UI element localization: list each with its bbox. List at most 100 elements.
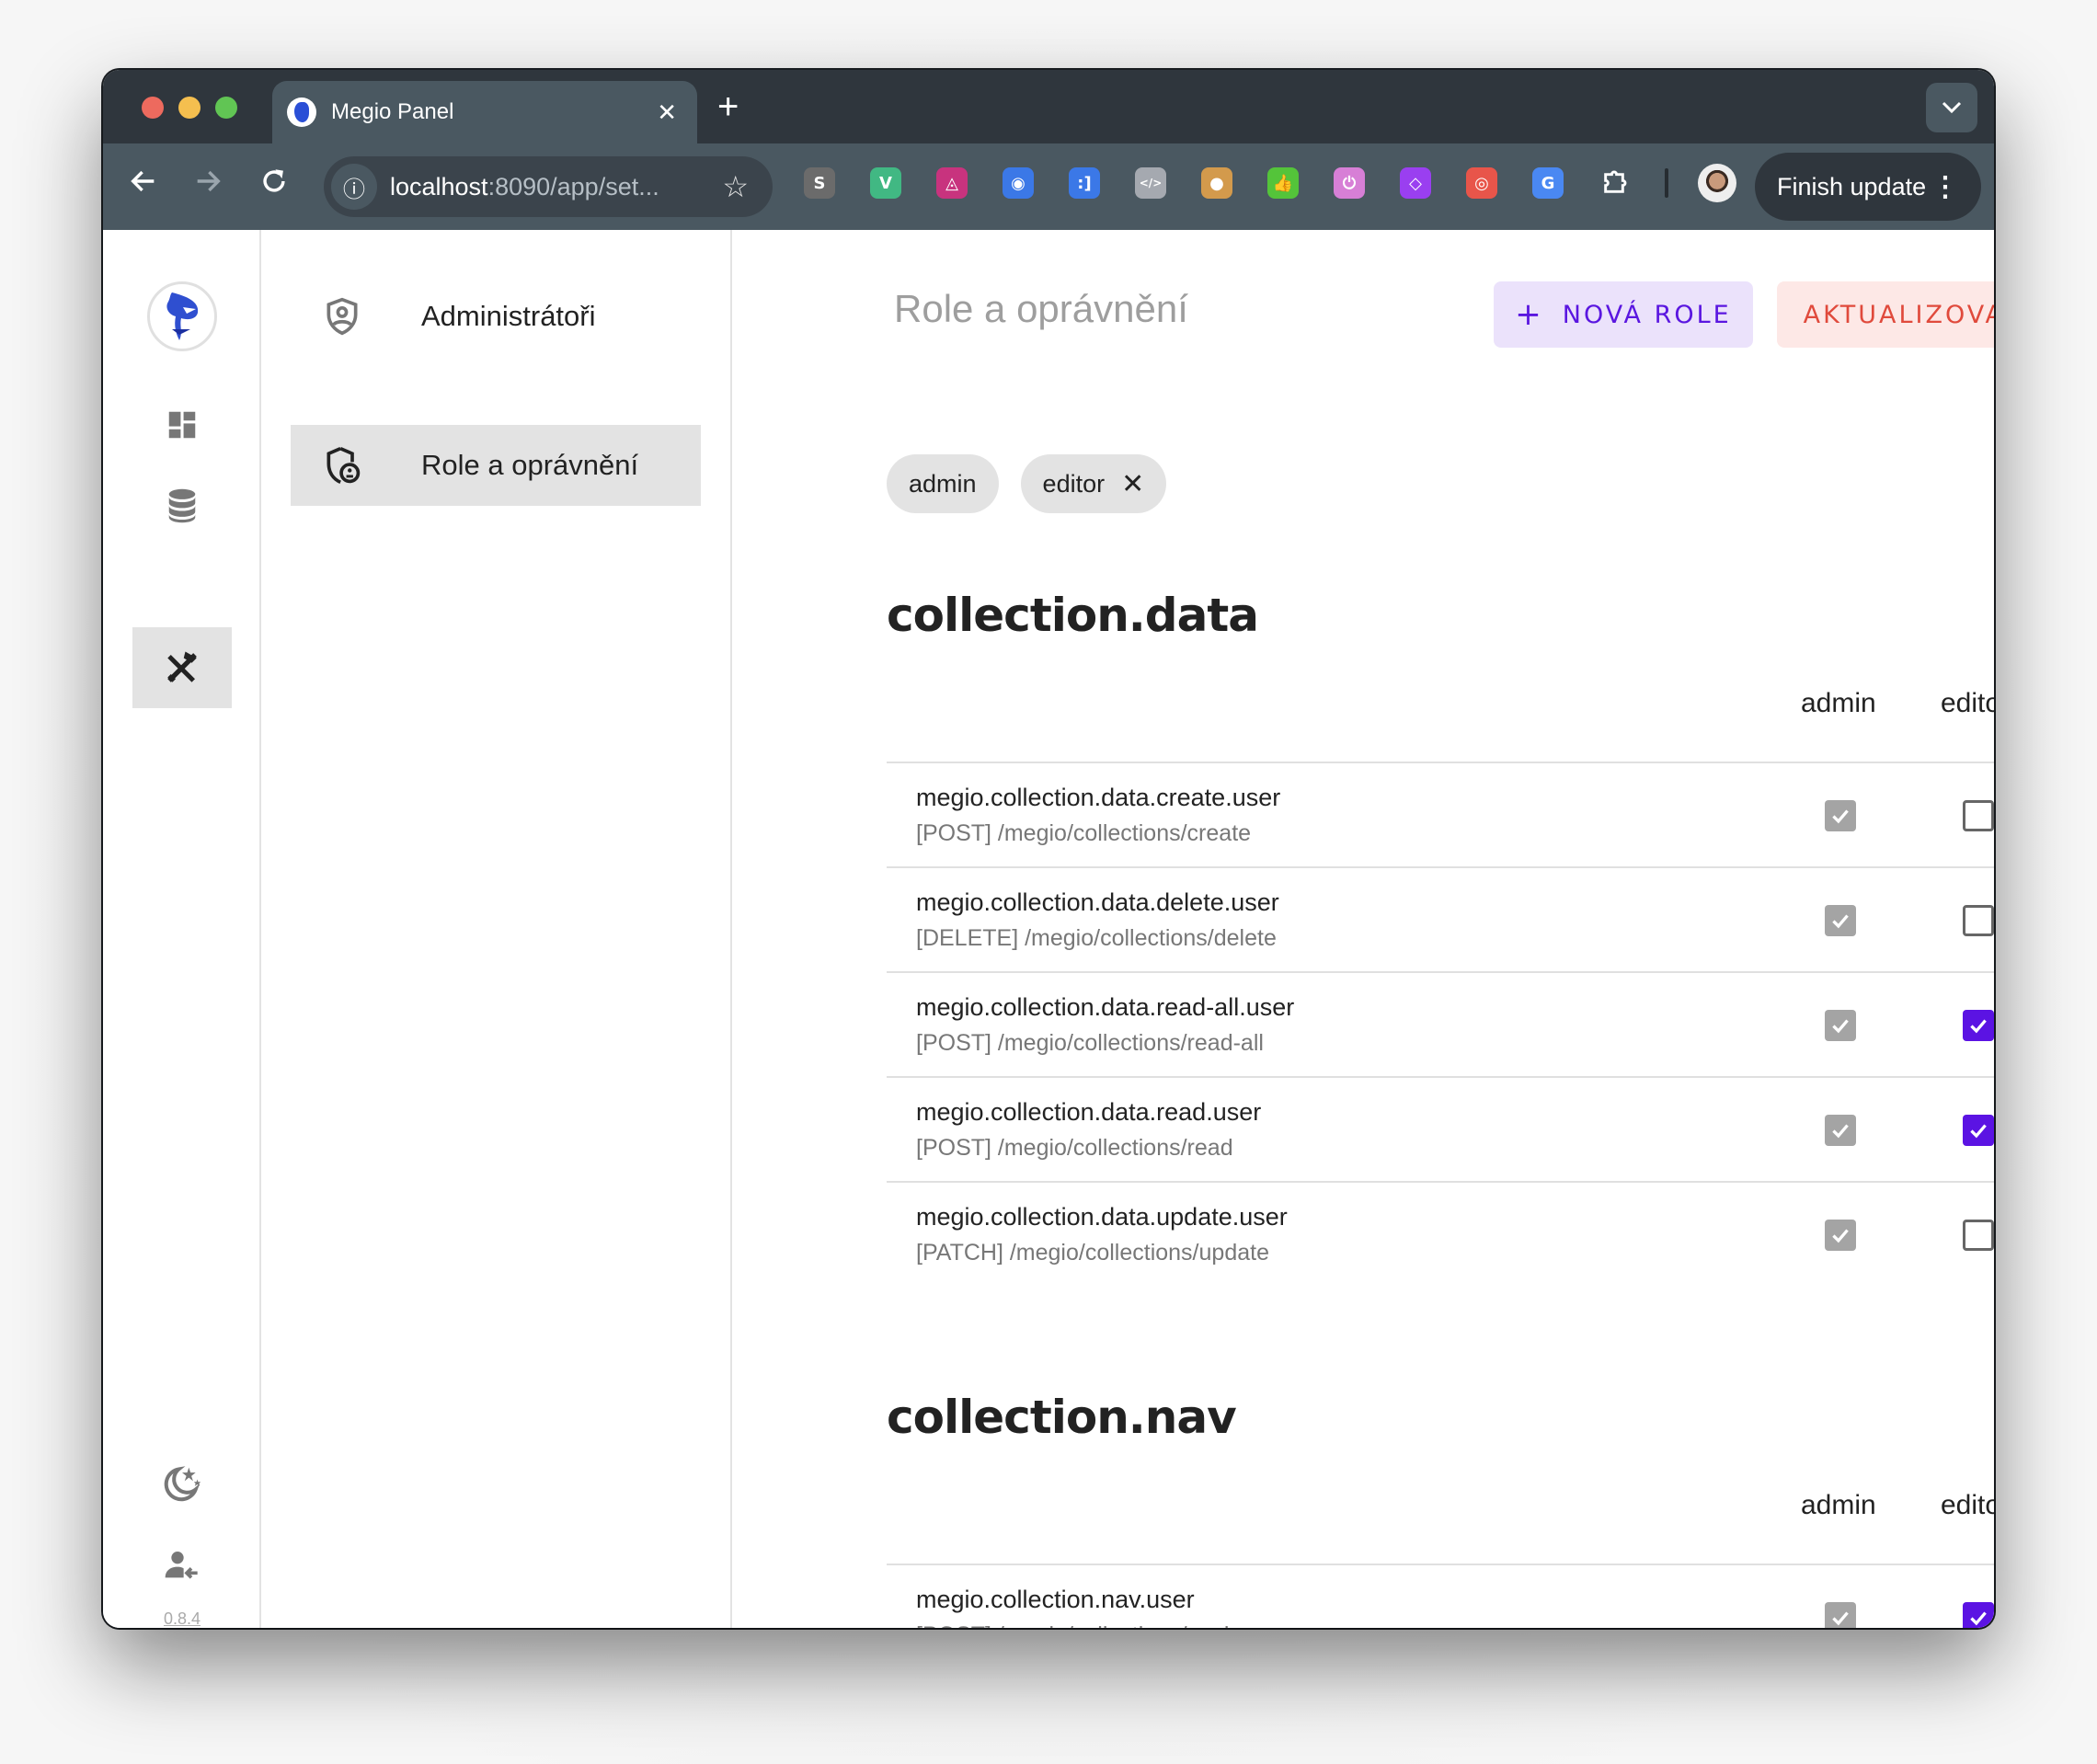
power-toggle-extension-icon[interactable]: ⏻	[1334, 167, 1365, 199]
column-header-editor: editor	[1941, 1490, 1994, 1520]
google-translate-extension-icon[interactable]: G	[1532, 167, 1564, 199]
section-title: collection.nav	[887, 1391, 1237, 1444]
graphql-extension-icon[interactable]: ◬	[936, 167, 968, 199]
url-path: :8090/app/set...	[487, 172, 659, 200]
admin-permission-checkbox[interactable]	[1825, 1115, 1856, 1146]
moon-stars-icon	[164, 1466, 201, 1502]
reload-icon	[263, 169, 285, 192]
svelte-devtools-extension-icon[interactable]: S	[804, 167, 835, 199]
subnav-item-roles[interactable]: Role a oprávnění	[291, 425, 701, 506]
current-version-link[interactable]: 0.8.4	[103, 1609, 261, 1628]
permission-row: megio.collection.nav.user [POST] /megio/c…	[887, 1565, 1994, 1628]
tab-megio-panel[interactable]: Megio Panel ✕	[272, 81, 697, 143]
tag-assistant-extension-icon[interactable]: ◉	[1003, 167, 1034, 199]
url-host: localhost	[390, 172, 488, 200]
editor-permission-checkbox[interactable]	[1963, 1010, 1994, 1041]
thumbs-up-extension-icon[interactable]: 👍	[1267, 167, 1299, 199]
dark-mode-toggle[interactable]	[132, 1444, 232, 1525]
permission-row: megio.collection.data.read-all.user [POST…	[887, 973, 1994, 1078]
permission-route: [POST] /megio/collections/create	[916, 820, 1252, 846]
tab-search-button[interactable]	[1926, 83, 1977, 132]
browser-toolbar: ⓘ localhost:8090/app/set... ☆ S V ◬ ◉:] </> ●…	[103, 143, 1994, 230]
profile-avatar[interactable]	[1698, 164, 1736, 202]
chevron-down-icon	[1942, 101, 1962, 114]
column-headers: admin editor	[887, 1464, 1994, 1564]
finish-update-button[interactable]: Finish update ⋮	[1755, 153, 1981, 221]
extensions-puzzle-icon[interactable]	[1599, 167, 1630, 199]
permission-table: megio.collection.data.create.user [POST] …	[887, 762, 1994, 1288]
new-tab-button[interactable]: +	[717, 86, 739, 128]
browser-window: Megio Panel ✕ + ⓘ localhost:8090/app/set…	[103, 70, 1994, 1628]
column-headers: admin editor	[887, 662, 1994, 762]
forward-button[interactable]	[188, 166, 228, 205]
new-role-button[interactable]: + NOVÁ ROLE	[1494, 281, 1753, 348]
cookie-editor-extension-icon[interactable]: ●	[1201, 167, 1232, 199]
maximize-window-button[interactable]	[215, 97, 237, 119]
editor-permission-checkbox[interactable]	[1963, 800, 1994, 831]
toolbar-divider	[1665, 168, 1668, 198]
admin-permission-checkbox[interactable]	[1825, 905, 1856, 936]
permission-route: [POST] /megio/collections/navbar	[916, 1622, 1257, 1628]
shield-person-icon	[327, 297, 358, 336]
permission-section: collection.data admin editor megio.collecti…	[887, 589, 1994, 1288]
megio-logo[interactable]	[147, 281, 217, 351]
remove-role-icon[interactable]: ✕	[1121, 468, 1144, 500]
editor-permission-checkbox[interactable]	[1963, 1115, 1994, 1146]
finish-update-label: Finish update	[1777, 172, 1927, 200]
permission-row: megio.collection.data.read.user [POST] /m…	[887, 1078, 1994, 1183]
section-title: collection.data	[887, 589, 1259, 642]
tab-title: Megio Panel	[331, 99, 454, 124]
role-chip-editor[interactable]: editor ✕	[1020, 454, 1167, 513]
tag-manager-extension-icon[interactable]: :]	[1069, 167, 1100, 199]
update-button[interactable]: AKTUALIZOVAT	[1777, 281, 1994, 348]
subnav-item-administrators[interactable]: Administrátoři	[291, 276, 701, 357]
app-content: 0.8.4 0.8.8 Administrátoři Role a oprávn…	[103, 230, 1994, 1628]
minimize-window-button[interactable]	[178, 97, 201, 119]
color-picker-extension-icon[interactable]: ◎	[1466, 167, 1497, 199]
permission-section: collection.nav admin editor megio.collectio…	[887, 1391, 1994, 1628]
permission-route: [POST] /megio/collections/read	[916, 1135, 1233, 1161]
admin-permission-checkbox[interactable]	[1825, 1602, 1856, 1628]
back-button[interactable]	[123, 166, 164, 205]
bookmark-star-icon[interactable]: ☆	[722, 169, 749, 204]
editor-permission-checkbox[interactable]	[1963, 1602, 1994, 1628]
permission-table: megio.collection.nav.user [POST] /megio/c…	[887, 1564, 1994, 1628]
vue-devtools-extension-icon[interactable]: V	[870, 167, 901, 199]
page-title: Role a oprávnění	[894, 287, 1188, 330]
column-header-admin: admin	[1801, 688, 1876, 718]
rail-settings-button[interactable]	[132, 627, 232, 708]
admin-permission-checkbox[interactable]	[1825, 1220, 1856, 1251]
tab-close-icon[interactable]: ✕	[657, 98, 677, 127]
role-chips: admin editor ✕	[887, 454, 1188, 513]
settings-subnav: Administrátoři Role a oprávnění	[261, 230, 732, 1628]
site-info-icon[interactable]: ⓘ	[331, 164, 377, 210]
editor-permission-checkbox[interactable]	[1963, 905, 1994, 936]
admin-permission-checkbox[interactable]	[1825, 1010, 1856, 1041]
kebab-menu-icon[interactable]: ⋮	[1931, 171, 1959, 203]
permission-row: megio.collection.data.delete.user [DELETE…	[887, 868, 1994, 973]
rail-dashboard-button[interactable]	[132, 384, 232, 465]
close-window-button[interactable]	[142, 97, 164, 119]
roles-main: Role a oprávnění + NOVÁ ROLE AKTUALIZOV A…	[732, 230, 1994, 1628]
code-viewer-extension-icon[interactable]: </>	[1135, 167, 1166, 199]
reload-button[interactable]	[254, 166, 294, 205]
icon-rail: 0.8.4 0.8.8	[103, 230, 261, 1628]
rail-database-button[interactable]	[132, 465, 232, 546]
logout-button[interactable]	[132, 1525, 232, 1606]
role-chip-admin[interactable]: admin	[887, 454, 999, 513]
address-bar[interactable]: ⓘ localhost:8090/app/set... ☆	[324, 156, 773, 217]
permission-name: megio.collection.data.create.user	[916, 784, 1281, 811]
link-ext-extension-icon[interactable]: ◇	[1400, 167, 1431, 199]
column-header-admin: admin	[1801, 1490, 1876, 1520]
tab-strip: Megio Panel ✕ +	[103, 70, 1994, 143]
permission-name: megio.collection.data.update.user	[916, 1203, 1288, 1231]
subnav-label: Role a oprávnění	[421, 449, 639, 481]
editor-permission-checkbox[interactable]	[1963, 1220, 1994, 1251]
dashboard-icon	[168, 411, 196, 439]
admin-permission-checkbox[interactable]	[1825, 800, 1856, 831]
arrow-right-icon	[197, 170, 221, 192]
url-text[interactable]: localhost:8090/app/set...	[390, 173, 722, 201]
permission-name: megio.collection.nav.user	[916, 1586, 1195, 1613]
permission-row: megio.collection.data.update.user [PATCH]…	[887, 1183, 1994, 1288]
arrow-left-icon	[131, 170, 155, 192]
